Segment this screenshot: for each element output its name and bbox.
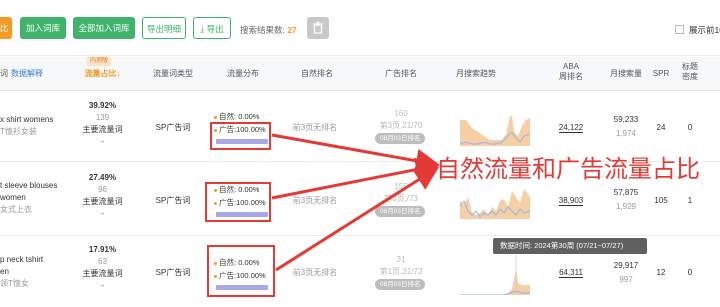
arrow-row1 xyxy=(271,133,440,173)
annotation-callout: 自然流量和广告流量占比 xyxy=(436,155,700,183)
arrow-row3 xyxy=(275,166,440,272)
arrow-row2 xyxy=(271,157,440,200)
